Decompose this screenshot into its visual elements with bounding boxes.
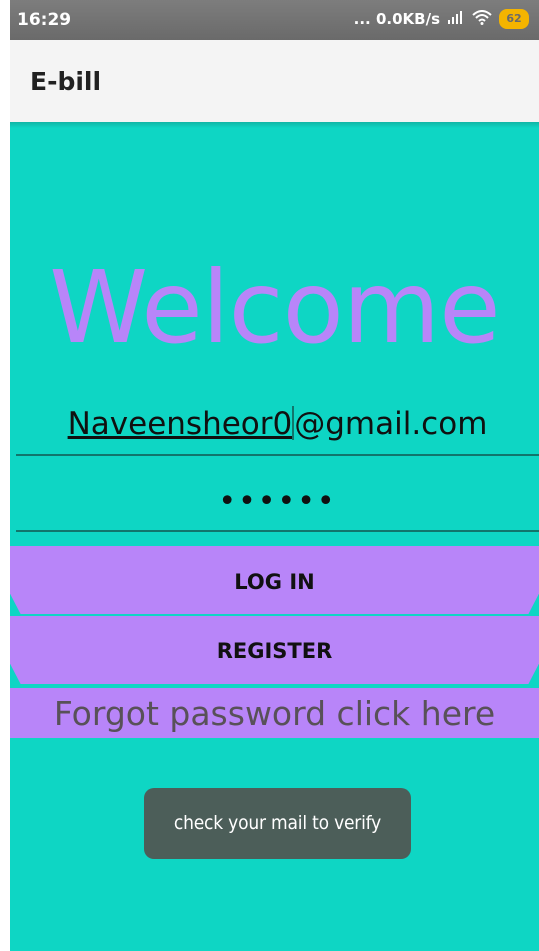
status-bar: 16:29 ... 0.0KB/s 62 [10, 0, 539, 40]
login-button[interactable]: LOG IN [10, 546, 539, 614]
wifi-icon [472, 9, 492, 29]
battery-icon: 62 [499, 9, 529, 29]
app-title: E-bill [30, 67, 102, 96]
network-speed: ... 0.0KB/s [353, 10, 440, 28]
register-button[interactable]: REGISTER [10, 616, 539, 684]
welcome-heading: Welcome [49, 249, 500, 366]
email-field[interactable]: Naveensheor0@gmail.com [16, 398, 539, 456]
password-field[interactable]: •••••• [16, 478, 539, 532]
signal-bars-icon [447, 10, 465, 28]
app-bar-shadow [10, 122, 539, 128]
app-bar: E-bill [10, 40, 539, 122]
status-indicators: ... 0.0KB/s 62 [354, 9, 529, 29]
email-suffix: @gmail.com [294, 406, 488, 442]
toast-message: check your mail to verify [144, 788, 411, 859]
email-value[interactable]: Naveensheor0@gmail.com [16, 406, 539, 442]
email-prefix: Naveensheor0 [67, 406, 293, 442]
app-screen: 16:29 ... 0.0KB/s 62 E-bill Welcome Nave… [10, 0, 539, 951]
forgot-password-link[interactable]: Forgot password click here [10, 688, 539, 738]
status-time: 16:29 [17, 10, 72, 30]
password-value[interactable]: •••••• [16, 484, 539, 519]
